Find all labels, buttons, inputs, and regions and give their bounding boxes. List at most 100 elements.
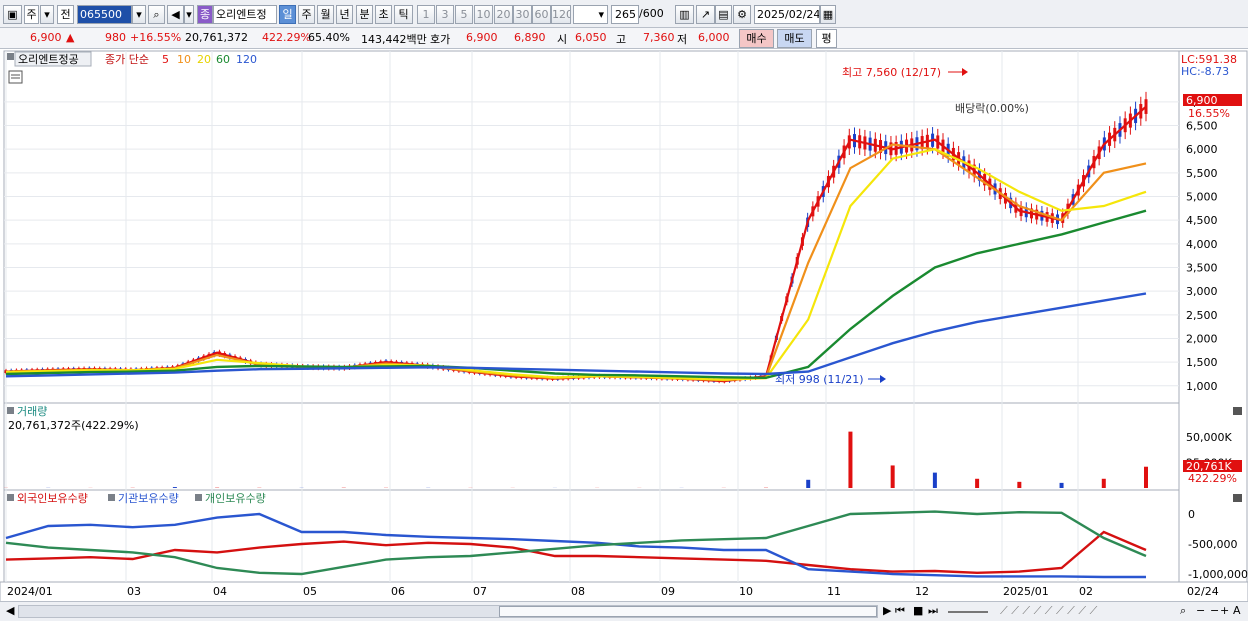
foreign-title: 외국인보유수량 [17, 492, 88, 505]
ask-price: 6,900 [466, 31, 498, 44]
interval-120-button[interactable]: 120 [551, 5, 571, 24]
interval-3-button[interactable]: 3 [436, 5, 454, 24]
market-select[interactable]: 주 [24, 5, 39, 24]
speaker-dropdown-icon[interactable]: ▾ [184, 5, 194, 24]
bid-price: 6,890 [514, 31, 546, 44]
stock-code-input[interactable]: 065500 [77, 5, 132, 24]
volume-bar [890, 465, 895, 488]
market-label: 주 [26, 8, 37, 21]
holding-close-icon[interactable] [1233, 494, 1242, 502]
change-percent: +16.55% [130, 31, 182, 44]
speaker-icon[interactable]: ◀ [167, 5, 184, 24]
forward-icon[interactable]: ⏭ [928, 604, 938, 618]
current-price: 6,900 [30, 31, 62, 44]
font-size-icon[interactable]: A [1233, 604, 1241, 617]
panel-marker-icon [7, 53, 14, 60]
market-dropdown-icon[interactable]: ▾ [40, 5, 54, 24]
holding-panel [3, 489, 1180, 583]
x-axis-label: 2025/01 [1003, 585, 1049, 598]
interval-10-label: 10 [476, 8, 491, 21]
scroll-thumb[interactable] [499, 606, 877, 617]
interval-60-button[interactable]: 60 [532, 5, 551, 24]
save-icon[interactable]: ▤ [715, 5, 732, 24]
volume-value-label: 20,761,372주(422.29%) [8, 419, 139, 432]
holding-marker-icon [7, 494, 14, 501]
layout-icon[interactable]: ▣ [3, 5, 22, 24]
period-minute-button[interactable]: 분 [356, 5, 373, 24]
period-day-button[interactable]: 일 [279, 5, 296, 24]
interval-30-button[interactable]: 30 [513, 5, 532, 24]
prev-button[interactable]: 전 [57, 5, 74, 24]
volume-bar [848, 431, 853, 488]
interval-20-button[interactable]: 20 [494, 5, 513, 24]
scroll-track[interactable] [18, 605, 878, 618]
display-count-input[interactable]: 265 [611, 5, 639, 24]
average-button[interactable]: 평 [816, 29, 837, 48]
volume-bar [1059, 482, 1064, 488]
stop-icon[interactable]: ■ [913, 604, 923, 617]
calendar-icon[interactable]: ▦ [820, 5, 836, 24]
calculator-icon[interactable] [8, 70, 23, 84]
stock-label: 오리엔트정공 [18, 53, 79, 66]
period-minute-label: 분 [359, 8, 370, 21]
x-axis-label: 12 [915, 585, 929, 598]
interval-10-button[interactable]: 10 [474, 5, 493, 24]
price-tick-label: 2,000 [1186, 332, 1218, 345]
volume-close-icon[interactable] [1233, 407, 1242, 415]
code-dropdown-icon[interactable]: ▾ [132, 5, 146, 24]
period-week-button[interactable]: 주 [298, 5, 315, 24]
zoom-out-icon[interactable]: − [1196, 604, 1205, 617]
buy-button[interactable]: 매수 [739, 29, 774, 48]
rewind-icon[interactable]: ⏮ [895, 604, 905, 618]
date-value: 2025/02/24 [757, 8, 820, 21]
volume-last-pct: 422.29% [1188, 472, 1237, 485]
sell-button[interactable]: 매도 [777, 29, 812, 48]
x-axis-label: 2024/01 [7, 585, 53, 598]
average-label: 평 [821, 32, 832, 45]
period-month-label: 월 [320, 8, 331, 21]
period-tick-button[interactable]: 틱 [394, 5, 413, 24]
draw-tools-icon[interactable]: ⟋ ⟋ ⟋ ⟋ ⟋ ⟋ ⟋ ⟋ ⟋ [1000, 604, 1097, 618]
stock-name-value: 오리엔트정 [216, 8, 267, 21]
custom-interval-select[interactable]: ▾ [573, 5, 608, 24]
low-price: 6,000 [698, 31, 730, 44]
inst-title: 기관보유수량 [118, 492, 179, 505]
price-tick-label: 6,500 [1186, 120, 1218, 133]
date-input[interactable]: 2025/02/24 [754, 5, 820, 24]
stock-name-field[interactable]: 오리엔트정 [213, 5, 277, 24]
gear-icon[interactable]: ⚙ [733, 5, 751, 24]
period-second-button[interactable]: 초 [375, 5, 392, 24]
scroll-left-icon[interactable]: ◀ [6, 604, 14, 617]
scroll-bar[interactable]: ◀ ▶ ⏮ ■ ⏭ ⟋ ⟋ ⟋ ⟋ ⟋ ⟋ ⟋ ⟋ ⟋ ⌕ − − + A [0, 601, 1248, 621]
price-tick-label: 4,000 [1186, 238, 1218, 251]
low-label: 저 [677, 33, 688, 46]
zoom-line-icon[interactable]: − [1210, 604, 1219, 617]
retail-marker-icon [195, 494, 202, 501]
period-year-button[interactable]: 년 [336, 5, 353, 24]
candle-icon[interactable]: ▥ [675, 5, 694, 24]
last-price-label: 6,900 [1186, 94, 1218, 107]
x-axis-label: 02 [1079, 585, 1093, 598]
x-axis-label: 06 [391, 585, 405, 598]
interval-5-button[interactable]: 5 [455, 5, 473, 24]
price-tick-label: 2,500 [1186, 309, 1218, 322]
scroll-right-icon[interactable]: ▶ [883, 604, 891, 617]
speed-slider[interactable] [948, 611, 988, 613]
search-icon[interactable]: ⌕ [148, 5, 165, 24]
zoom-in-icon[interactable]: + [1220, 604, 1229, 617]
period-month-button[interactable]: 월 [317, 5, 334, 24]
zoom-search-icon[interactable]: ⌕ [1180, 604, 1186, 618]
chart-svg[interactable]: 오리엔트정공 종가 단순 5 10 20 60 120 LC:591.38 HC… [0, 50, 1248, 603]
amount-value: 143,442백만 [361, 33, 427, 46]
volume-bar [1101, 478, 1106, 488]
open-price: 6,050 [575, 31, 607, 44]
volume-panel [3, 402, 1180, 491]
interval-5-label: 5 [460, 8, 468, 21]
trend-icon[interactable]: ↗ [696, 5, 715, 24]
display-count-value: 265 [615, 8, 636, 21]
ma-120-label: 120 [236, 53, 257, 66]
price-tick-label: 3,000 [1186, 285, 1218, 298]
interval-1-button[interactable]: 1 [417, 5, 435, 24]
interval-1-label: 1 [422, 8, 430, 21]
chart-area[interactable]: 오리엔트정공 종가 단순 5 10 20 60 120 LC:591.38 HC… [0, 50, 1248, 603]
